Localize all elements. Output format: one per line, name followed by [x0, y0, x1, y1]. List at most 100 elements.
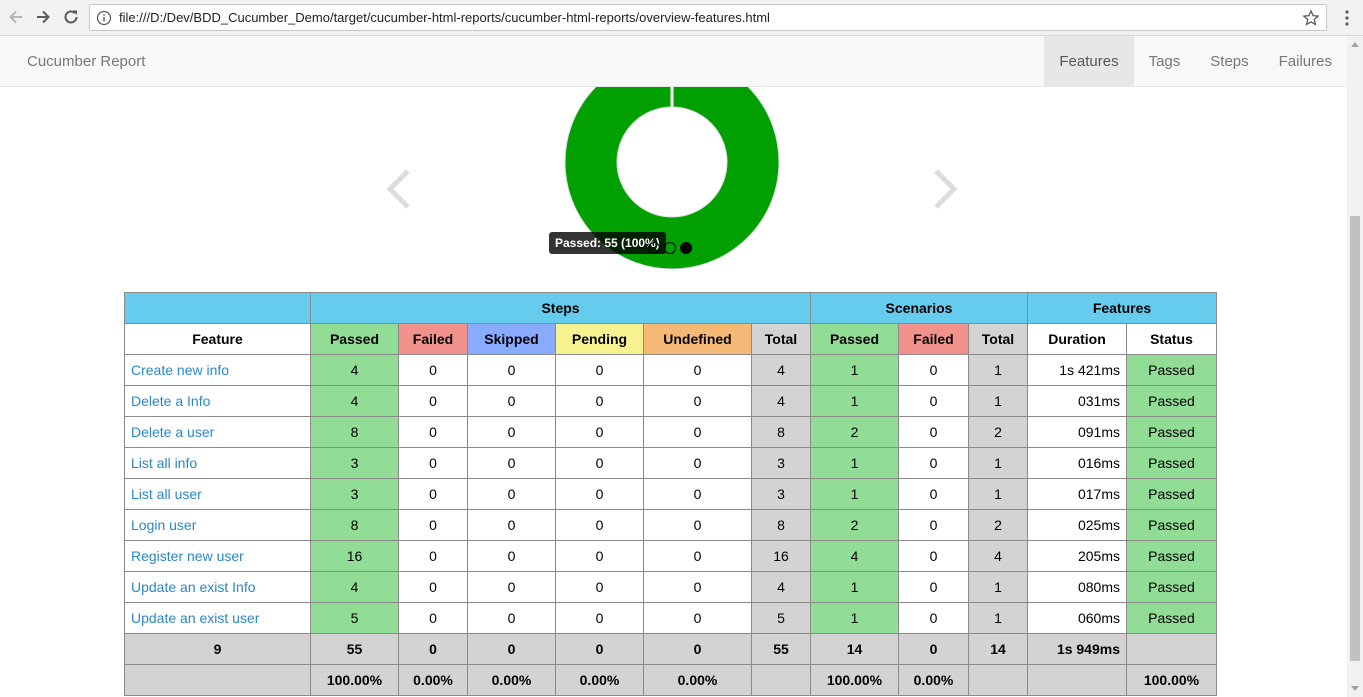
steps-passed-cell: 3 — [310, 447, 399, 479]
scenarios-failed-cell: 0 — [898, 478, 969, 510]
feature-link[interactable]: List all info — [124, 447, 311, 479]
col-steps-undefined[interactable]: Undefined — [643, 323, 752, 355]
forward-button[interactable] — [32, 6, 54, 28]
steps-failed-cell: 0 — [398, 478, 468, 510]
feature-link[interactable]: Delete a Info — [124, 385, 311, 417]
steps-passed-cell: 4 — [310, 385, 399, 417]
feature-link[interactable]: Create new info — [124, 354, 311, 386]
nav-link-tags[interactable]: Tags — [1134, 36, 1196, 86]
steps-pending-cell: 0 — [555, 416, 644, 448]
report-navbar: Cucumber Report Features Tags Steps Fail… — [0, 36, 1347, 87]
scenarios-total-cell: 4 — [968, 540, 1028, 572]
table-row: Update an exist user 5 0 0 0 0 5 1 0 1 060ms Passed — [124, 602, 1217, 634]
feature-link[interactable]: Delete a user — [124, 416, 311, 448]
feature-link[interactable]: Update an exist Info — [124, 571, 311, 603]
table-row: List all info 3 0 0 0 0 3 1 0 1 016ms Passed — [124, 447, 1217, 479]
col-steps-total[interactable]: Total — [751, 323, 811, 355]
pct-steps-passed: 100.00% — [310, 664, 399, 696]
percentages-row: 100.00% 0.00% 0.00% 0.00% 0.00% 100.00% … — [124, 664, 1217, 696]
col-scenarios-total[interactable]: Total — [968, 323, 1028, 355]
features-group-header: Features — [1027, 292, 1217, 324]
nav-link-features[interactable]: Features — [1044, 36, 1134, 86]
status-cell: Passed — [1126, 385, 1217, 417]
steps-total-cell: 4 — [751, 354, 811, 386]
table-row: Register new user 16 0 0 0 0 16 4 0 4 205ms Passed — [124, 540, 1217, 572]
col-feature[interactable]: Feature — [124, 323, 311, 355]
pct-scenarios-passed: 100.00% — [810, 664, 899, 696]
scroll-up-icon[interactable] — [1351, 42, 1359, 47]
feature-link[interactable]: List all user — [124, 478, 311, 510]
steps-pending-cell: 0 — [555, 509, 644, 541]
carousel-dot-1[interactable] — [648, 242, 660, 254]
col-steps-failed[interactable]: Failed — [398, 323, 468, 355]
bookmark-star-icon[interactable] — [1302, 9, 1320, 27]
more-vert-icon[interactable] — [1345, 9, 1349, 27]
back-button[interactable] — [5, 6, 27, 28]
duration-cell: 205ms — [1027, 540, 1127, 572]
col-scenarios-passed[interactable]: Passed — [810, 323, 899, 355]
steps-skipped-cell: 0 — [467, 385, 556, 417]
carousel-dot-2[interactable] — [664, 242, 676, 254]
reload-button[interactable] — [60, 6, 82, 28]
page-scrollbar[interactable] — [1347, 36, 1363, 697]
table-row: Update an exist Info 4 0 0 0 0 4 1 0 1 080ms Passed — [124, 571, 1217, 603]
status-cell: Passed — [1126, 509, 1217, 541]
steps-skipped-cell: 0 — [467, 602, 556, 634]
nav-link-steps[interactable]: Steps — [1195, 36, 1263, 86]
total-scenarios-failed: 0 — [898, 633, 969, 665]
scenarios-failed-cell: 0 — [898, 385, 969, 417]
col-duration[interactable]: Duration — [1027, 323, 1127, 355]
chart-carousel: Passed: 55 (100%) — [0, 87, 1347, 287]
total-steps-pending: 0 — [555, 633, 644, 665]
scenarios-failed-cell: 0 — [898, 447, 969, 479]
scenarios-total-cell: 1 — [968, 478, 1028, 510]
scenarios-total-cell: 1 — [968, 385, 1028, 417]
pct-steps-undefined: 0.00% — [643, 664, 752, 696]
steps-pending-cell: 0 — [555, 602, 644, 634]
steps-total-cell: 3 — [751, 447, 811, 479]
status-cell: Passed — [1126, 354, 1217, 386]
nav-link-failures[interactable]: Failures — [1264, 36, 1347, 86]
steps-total-cell: 4 — [751, 571, 811, 603]
pct-steps-total — [751, 664, 811, 696]
total-steps-skipped: 0 — [467, 633, 556, 665]
steps-undefined-cell: 0 — [643, 571, 752, 603]
steps-undefined-cell: 0 — [643, 540, 752, 572]
feature-link[interactable]: Login user — [124, 509, 311, 541]
col-status[interactable]: Status — [1126, 323, 1217, 355]
carousel-prev-button[interactable] — [384, 167, 414, 211]
col-steps-passed[interactable]: Passed — [310, 323, 399, 355]
status-cell: Passed — [1126, 447, 1217, 479]
steps-undefined-cell: 0 — [643, 447, 752, 479]
col-steps-pending[interactable]: Pending — [555, 323, 644, 355]
steps-pending-cell: 0 — [555, 354, 644, 386]
pct-scenarios-failed: 0.00% — [898, 664, 969, 696]
steps-pending-cell: 0 — [555, 540, 644, 572]
steps-undefined-cell: 0 — [643, 509, 752, 541]
browser-toolbar: file:///D:/Dev/BDD_Cucumber_Demo/target/… — [0, 0, 1363, 36]
feature-link[interactable]: Register new user — [124, 540, 311, 572]
nav-links: Features Tags Steps Failures — [1044, 36, 1347, 86]
scenarios-passed-cell: 2 — [810, 416, 899, 448]
address-bar[interactable]: file:///D:/Dev/BDD_Cucumber_Demo/target/… — [89, 4, 1327, 31]
info-icon[interactable] — [96, 10, 112, 26]
carousel-dot-3-active[interactable] — [680, 242, 692, 254]
pct-empty — [124, 664, 311, 696]
col-scenarios-failed[interactable]: Failed — [898, 323, 969, 355]
scenarios-failed-cell: 0 — [898, 416, 969, 448]
carousel-next-button[interactable] — [930, 167, 960, 211]
steps-failed-cell: 0 — [398, 540, 468, 572]
col-steps-skipped[interactable]: Skipped — [467, 323, 556, 355]
feature-link[interactable]: Update an exist user — [124, 602, 311, 634]
scrollbar-thumb[interactable] — [1350, 216, 1360, 661]
steps-total-cell: 4 — [751, 385, 811, 417]
url-text[interactable]: file:///D:/Dev/BDD_Cucumber_Demo/target/… — [119, 10, 770, 25]
scenarios-passed-cell: 1 — [810, 602, 899, 634]
pct-steps-skipped: 0.00% — [467, 664, 556, 696]
steps-total-cell: 3 — [751, 478, 811, 510]
scroll-down-icon[interactable] — [1351, 686, 1359, 691]
steps-failed-cell: 0 — [398, 447, 468, 479]
brand-link[interactable]: Cucumber Report — [27, 53, 145, 70]
steps-passed-cell: 8 — [310, 509, 399, 541]
scenarios-passed-cell: 1 — [810, 385, 899, 417]
